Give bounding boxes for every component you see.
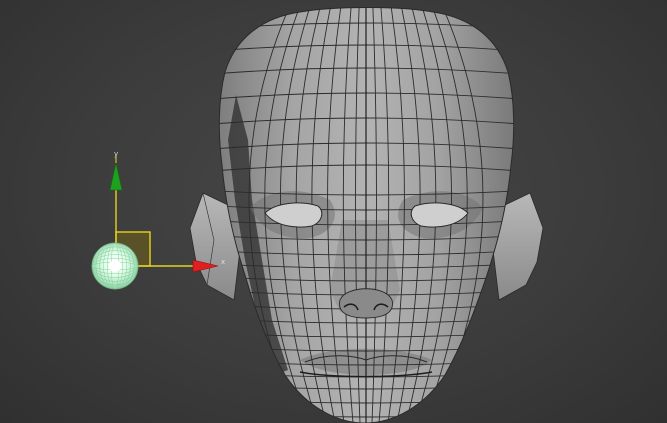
nose-tip[interactable] <box>339 288 393 319</box>
light-hotspot <box>109 260 121 272</box>
y-axis-arrow[interactable] <box>109 162 123 191</box>
light-object[interactable] <box>91 242 139 290</box>
3d-viewport[interactable]: y x <box>0 0 667 423</box>
y-axis-label: y <box>114 150 118 158</box>
viewport-scene[interactable]: y x <box>0 0 667 423</box>
x-axis-label: x <box>221 258 225 266</box>
